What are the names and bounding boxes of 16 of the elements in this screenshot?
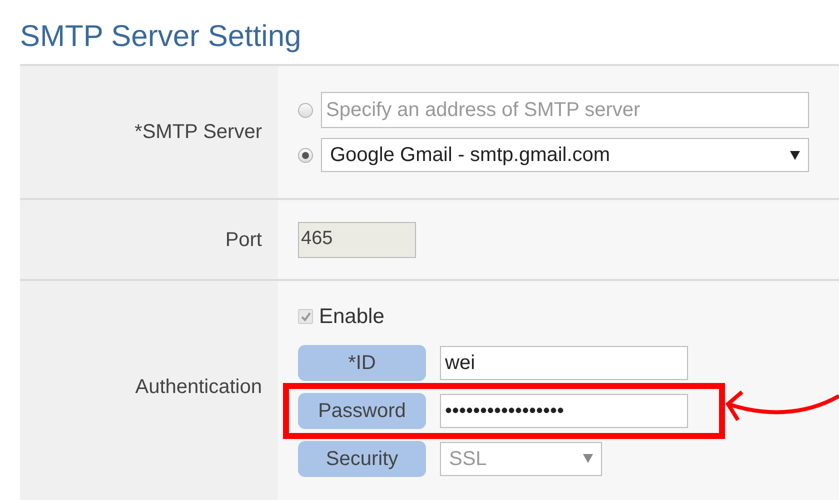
server-dropdown[interactable]: Google Gmail - smtp.gmail.com bbox=[321, 138, 809, 172]
caret-icon bbox=[790, 150, 800, 160]
section-title: SMTP Server Setting bbox=[20, 19, 302, 55]
radio-button[interactable] bbox=[298, 148, 313, 162]
field-tag: *ID bbox=[298, 344, 426, 380]
password-field[interactable]: ••••••••••••••••• bbox=[440, 394, 688, 428]
id-field[interactable]: wei bbox=[440, 346, 688, 380]
field-tag: Password bbox=[298, 392, 426, 428]
radio-button[interactable] bbox=[298, 102, 313, 118]
checkbox-label: Enable bbox=[319, 304, 384, 330]
field-tag: Security bbox=[298, 440, 426, 476]
address-field[interactable]: Specify an address of SMTP server bbox=[321, 92, 809, 128]
field-label: *SMTP Server bbox=[134, 120, 262, 145]
field-label: Port bbox=[225, 228, 262, 252]
field-label: Authentication bbox=[135, 375, 262, 400]
caret-icon bbox=[583, 454, 593, 463]
